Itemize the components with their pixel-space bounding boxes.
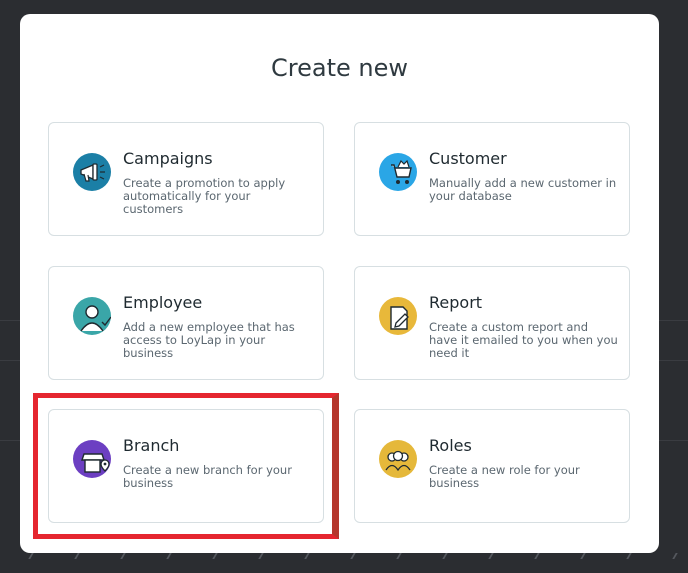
modal-title: Create new: [271, 54, 408, 82]
card-title: Report: [429, 293, 483, 312]
card-title: Roles: [429, 436, 472, 455]
report-card[interactable]: Report Create a custom report and have i…: [354, 266, 630, 380]
card-title: Employee: [123, 293, 203, 312]
report-icon: [379, 297, 417, 335]
card-description: Manually add a new customer in your data…: [429, 176, 617, 203]
background-axis-ticks: [28, 553, 688, 559]
campaigns-card[interactable]: Campaigns Create a promotion to apply au…: [48, 122, 324, 236]
card-description: Add a new employee that has access to Lo…: [123, 320, 295, 360]
create-new-modal: Create new Campaigns Create a promotion …: [20, 14, 659, 553]
card-title: Branch: [123, 436, 180, 455]
store-location-icon: [73, 440, 111, 478]
roles-icon: [379, 440, 417, 478]
megaphone-icon: [73, 153, 111, 191]
branch-card[interactable]: Branch Create a new branch for your busi…: [48, 409, 324, 523]
employee-icon: [73, 297, 111, 335]
customer-card[interactable]: Customer Manually add a new customer in …: [354, 122, 630, 236]
card-description: Create a new branch for your business: [123, 463, 292, 490]
card-title: Customer: [429, 149, 507, 168]
card-description: Create a promotion to apply automaticall…: [123, 176, 286, 216]
card-description: Create a new role for your business: [429, 463, 580, 490]
card-description: Create a custom report and have it email…: [429, 320, 618, 360]
employee-card[interactable]: Employee Add a new employee that has acc…: [48, 266, 324, 380]
card-title: Campaigns: [123, 149, 213, 168]
roles-card[interactable]: Roles Create a new role for your busines…: [354, 409, 630, 523]
shopping-cart-icon: [379, 153, 417, 191]
